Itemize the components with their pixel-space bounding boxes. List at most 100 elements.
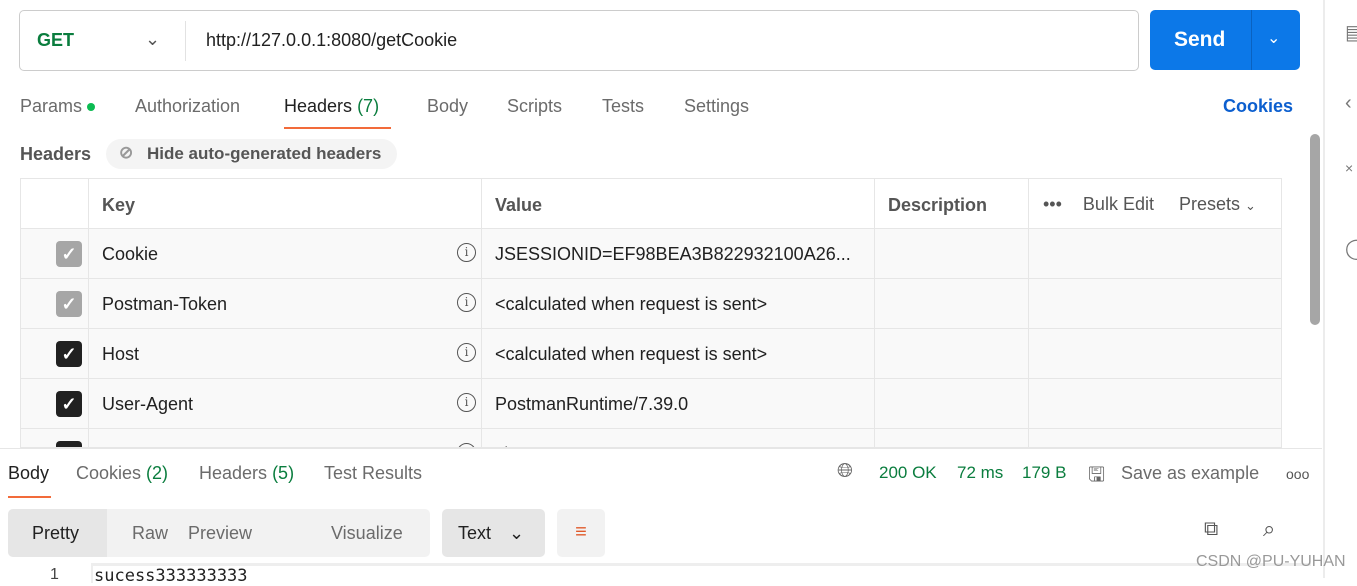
value-cell[interactable]: PostmanRuntime/7.39.0 (482, 379, 875, 429)
description-cell[interactable] (875, 279, 1029, 329)
checkbox-cell: ✓ (21, 379, 89, 429)
key-text: Cookie (102, 244, 159, 264)
key-text: User-Agent (102, 394, 194, 414)
view-pretty[interactable]: Pretty (32, 523, 79, 544)
tab-settings[interactable]: Settings (684, 96, 749, 117)
view-preview[interactable]: Preview (188, 523, 252, 544)
info-icon[interactable]: i (457, 393, 476, 412)
save-as-example-button[interactable]: Save as example (1121, 463, 1259, 484)
tab-authorization[interactable]: Authorization (135, 96, 240, 117)
value-cell[interactable]: JSESSIONID=EF98BEA3B822932100A26... (482, 229, 875, 279)
checkbox[interactable]: ✓ (56, 391, 82, 417)
info-icon[interactable]: ◯ (1345, 236, 1357, 261)
key-cell[interactable]: Host i (89, 329, 482, 379)
info-icon[interactable]: i (457, 243, 476, 262)
status-code[interactable]: 200 OK (879, 463, 937, 483)
copy-icon[interactable]: ⧉ (1204, 518, 1218, 541)
checkbox-cell: ✓ (21, 279, 89, 329)
checkbox-cell: ✓ (21, 329, 89, 379)
response-tab-test-results[interactable]: Test Results (324, 463, 422, 484)
chevron-down-icon[interactable]: ⌄ (1267, 28, 1280, 48)
response-tab-body[interactable]: Body (8, 463, 49, 484)
key-cell[interactable]: User-Agent i (89, 379, 482, 429)
scrollbar[interactable] (1310, 134, 1320, 325)
tab-body[interactable]: Body (427, 96, 468, 117)
url-bar: GET ⌄ http://127.0.0.1:8080/getCookie (19, 10, 1139, 71)
response-size[interactable]: 179 B (1022, 463, 1066, 483)
checkbox[interactable]: ✓ (56, 441, 82, 447)
active-tab-indicator (8, 496, 51, 498)
cookies-link[interactable]: Cookies (1223, 96, 1293, 117)
value-cell[interactable]: <calculated when request is sent> (482, 329, 875, 379)
related-icon[interactable]: × (1345, 160, 1353, 176)
send-label: Send (1174, 28, 1226, 51)
format-select[interactable]: Text ⌄ (442, 509, 545, 557)
table-row: ✓ Postman-Token i <calculated when reques… (21, 279, 1281, 329)
chevron-down-icon: ⌄ (1245, 198, 1256, 213)
description-cell[interactable] (875, 329, 1029, 379)
column-key: Key (89, 179, 482, 229)
chevron-down-icon: ⌄ (509, 523, 525, 543)
more-icon[interactable]: ••• (1043, 194, 1062, 214)
tab-count: (7) (357, 96, 380, 116)
description-cell[interactable] (875, 229, 1029, 279)
response-time[interactable]: 72 ms (957, 463, 1003, 483)
value-cell[interactable]: */* (482, 429, 875, 447)
header-tools: ••• Bulk Edit Presets ⌄ (1043, 194, 1256, 215)
table-row: ✓ User-Agent i PostmanRuntime/7.39.0 (21, 379, 1281, 429)
headers-label: Headers (20, 144, 92, 164)
search-icon[interactable]: ⌕ (1263, 516, 1275, 542)
column-value: Value (482, 179, 875, 229)
checkbox-column (21, 179, 89, 229)
description-cell[interactable] (875, 379, 1029, 429)
tab-label: Headers (284, 96, 353, 116)
active-tab-indicator (284, 127, 391, 129)
tab-headers[interactable]: Headers (7) (284, 96, 379, 117)
divider (0, 448, 1322, 449)
description-cell[interactable] (875, 429, 1029, 447)
divider (185, 21, 186, 61)
response-tab-headers[interactable]: Headers (5) (199, 463, 294, 484)
key-cell[interactable]: Accepti (89, 429, 482, 447)
value-cell[interactable]: <calculated when request is sent> (482, 279, 875, 329)
chevron-down-icon[interactable]: ⌄ (145, 29, 160, 50)
info-icon[interactable]: i (457, 343, 476, 362)
checkbox[interactable]: ✓ (56, 291, 82, 317)
format-label: Text (458, 523, 492, 543)
checkbox[interactable]: ✓ (56, 341, 82, 367)
checkbox[interactable]: ✓ (56, 241, 82, 267)
tab-scripts[interactable]: Scripts (507, 96, 562, 117)
eye-off-icon: ⊘ (119, 143, 134, 162)
key-text: Host (102, 344, 140, 364)
more-icon[interactable]: ooo (1286, 466, 1309, 482)
toggle-label: Hide auto-generated headers (147, 144, 382, 163)
bulk-edit-button[interactable]: Bulk Edit (1083, 194, 1154, 214)
tab-tests[interactable]: Tests (602, 96, 644, 117)
view-raw[interactable]: Raw (132, 523, 168, 544)
tab-label: Params (20, 96, 83, 116)
hide-auto-headers-button[interactable]: ⊘ Hide auto-generated headers (106, 139, 397, 169)
view-visualize[interactable]: Visualize (331, 523, 403, 544)
table-header: Key Value Description ••• Bulk Edit Pres… (21, 179, 1281, 229)
send-button[interactable]: Send ⌄ (1150, 10, 1300, 70)
comments-icon[interactable]: ▤ (1345, 20, 1357, 45)
status-dot (87, 103, 96, 112)
checkbox-cell: ✓ (21, 429, 89, 447)
key-cell[interactable]: Postman-Token i (89, 279, 482, 329)
response-body[interactable]: sucess333333333 (91, 563, 1311, 586)
tab-count: (2) (146, 463, 169, 483)
presets-button[interactable]: Presets (1179, 194, 1240, 214)
wrap-lines-icon[interactable]: ≡ (557, 509, 605, 557)
checkbox-cell: ✓ (21, 229, 89, 279)
divider (1251, 10, 1252, 70)
tab-params[interactable]: Params (20, 96, 96, 117)
watermark: CSDN @PU-YUHAN (1196, 553, 1346, 570)
info-icon[interactable]: i (457, 293, 476, 312)
tab-label: Cookies (76, 463, 142, 483)
key-cell[interactable]: Cookie i (89, 229, 482, 279)
response-tab-cookies[interactable]: Cookies (2) (76, 463, 168, 484)
globe-icon[interactable]: 🌐︎ (837, 460, 853, 483)
url-input[interactable]: http://127.0.0.1:8080/getCookie (206, 30, 457, 51)
code-icon[interactable]: ‹ (1345, 92, 1352, 115)
method-select[interactable]: GET (37, 30, 74, 51)
